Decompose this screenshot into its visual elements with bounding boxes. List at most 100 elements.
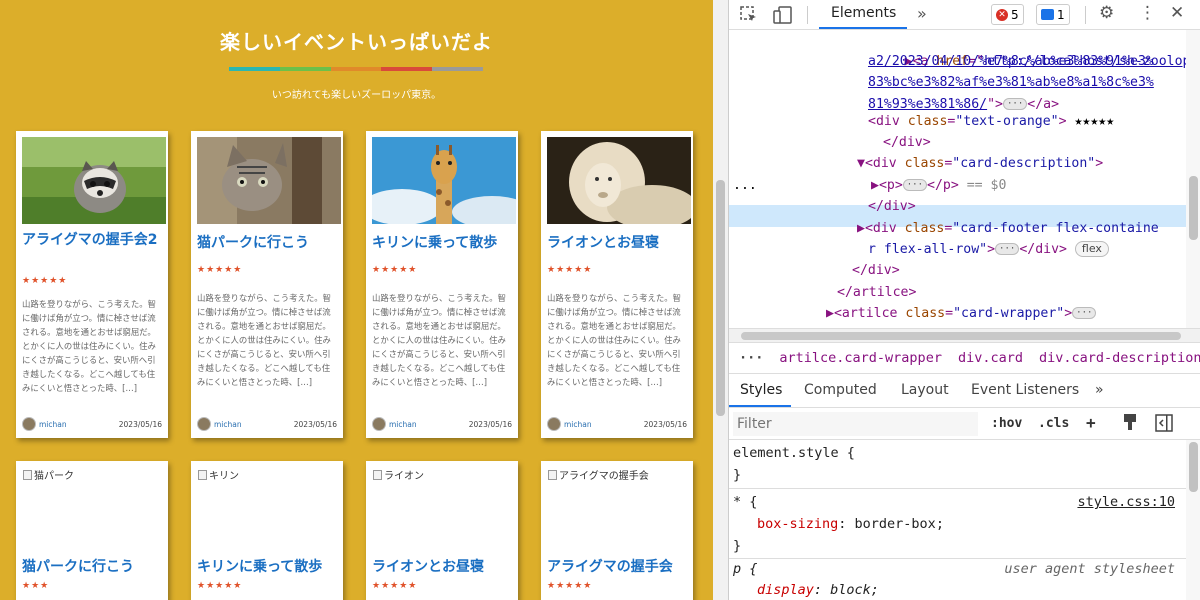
breadcrumb-more[interactable]: ··· xyxy=(739,350,763,366)
more-tabs-icon[interactable]: » xyxy=(917,4,927,23)
collapsed-ellipsis[interactable]: ··· xyxy=(995,243,1020,255)
giraffe-image[interactable] xyxy=(372,137,516,224)
more-tabs-icon[interactable]: » xyxy=(1095,382,1104,398)
dom-node-div[interactable]: <div class="text-orange"> ★★★★★ xyxy=(868,111,1114,132)
underline-segment xyxy=(229,67,280,71)
author-name[interactable]: michan xyxy=(564,420,644,429)
scrollbar-thumb[interactable] xyxy=(741,332,1181,340)
close-icon[interactable]: ✕ xyxy=(1170,3,1184,23)
event-card[interactable]: キリンに乗って散歩 ★★★★★ 山路を登りながら、こう考えた。智に働けば角が立つ… xyxy=(366,131,518,438)
tab-event-listeners[interactable]: Event Listeners xyxy=(971,382,1079,398)
dom-node-a-cont[interactable]: a2/2023/04/10/%e7%8c%ab%e3%83%91%e3% xyxy=(868,51,1154,72)
href-link[interactable]: 83%bc%e3%82%af%e3%81%ab%e8%a1%8c%e3% xyxy=(868,75,1154,90)
href-link[interactable]: a2/2023/04/10/%e7%8c%ab%e3%83%91%e3% xyxy=(868,54,1154,69)
card-title[interactable]: ライオンとお昼寝 xyxy=(547,232,689,254)
card-title[interactable]: アライグマの握手会2 xyxy=(22,229,164,251)
rule-element-style[interactable]: element.style { xyxy=(733,442,1183,465)
web-page-viewport: 楽しいイベントいっぱいだよ いつ訪れても楽しいズーロッパ東京。 アライグマの握手… xyxy=(0,0,713,600)
flex-badge[interactable]: flex xyxy=(1074,241,1109,257)
dom-tree-scrollbar[interactable] xyxy=(1186,30,1200,328)
scrollbar-thumb[interactable] xyxy=(1189,442,1198,492)
dom-node-article[interactable]: ▶<artilce class="card-wrapper"> ··· xyxy=(826,303,1097,324)
kebab-menu-icon[interactable]: ⋮ xyxy=(1139,3,1156,23)
tab-computed[interactable]: Computed xyxy=(804,382,877,398)
dom-horizontal-scrollbar[interactable] xyxy=(729,328,1200,342)
href-link[interactable]: 81%93%e3%81%86/ xyxy=(868,97,987,112)
card-title[interactable]: アライグマの握手会 xyxy=(547,556,689,578)
card-title[interactable]: キリンに乗って散歩 xyxy=(197,556,339,578)
class-toggle-button[interactable]: .cls xyxy=(1038,416,1069,431)
dom-node-close[interactable]: </div> xyxy=(852,260,900,281)
inspect-element-icon[interactable] xyxy=(740,6,758,28)
css-value[interactable]: : block; xyxy=(814,582,879,598)
scrollbar-thumb[interactable] xyxy=(1189,176,1198,240)
device-toggle-icon[interactable] xyxy=(773,6,793,28)
attr-value: r flex-all-row" xyxy=(868,242,988,257)
filter-input[interactable] xyxy=(733,412,978,436)
rule-declaration[interactable]: display: block; xyxy=(757,579,1186,600)
author-name[interactable]: michan xyxy=(389,420,469,429)
message-count-badge[interactable]: 1 xyxy=(1036,4,1070,25)
rating-stars: ★★★★★ xyxy=(197,581,243,591)
toggle-sidebar-icon[interactable] xyxy=(1155,414,1173,436)
new-rule-button[interactable]: + xyxy=(1086,413,1096,432)
breadcrumb-item[interactable]: artilce.card-wrapper xyxy=(779,350,942,366)
author-name[interactable]: michan xyxy=(214,420,294,429)
broken-image[interactable]: アライグマの握手会 xyxy=(548,467,649,482)
css-value[interactable]: : border-box; xyxy=(838,516,944,532)
collapsed-ellipsis[interactable]: ··· xyxy=(1002,98,1028,110)
dom-node-a-cont[interactable]: 83%bc%e3%82%af%e3%81%ab%e8%a1%8c%e3% xyxy=(868,72,1154,93)
rule-p[interactable]: p {user agent stylesheet xyxy=(733,558,1183,581)
styles-scrollbar[interactable] xyxy=(1186,440,1200,600)
event-card[interactable]: アライグマの握手会 アライグマの握手会 ★★★★★ xyxy=(541,461,693,600)
page-scrollbar[interactable] xyxy=(713,0,728,600)
dom-node-card-footer[interactable]: ▶<div class="card-footer flex-containe xyxy=(857,218,1159,239)
broken-image[interactable]: 猫パーク xyxy=(23,467,74,482)
rule-declaration[interactable]: box-sizing: border-box; xyxy=(757,513,1186,536)
card-title[interactable]: 猫パークに行こう xyxy=(22,556,164,578)
dom-node-close[interactable]: </div> xyxy=(883,132,931,153)
error-count-badge[interactable]: ✕ 5 xyxy=(991,4,1024,25)
card-title[interactable]: キリンに乗って散歩 xyxy=(372,232,514,254)
author-name[interactable]: michan xyxy=(39,420,119,429)
broken-image[interactable]: キリン xyxy=(198,467,239,482)
event-card[interactable]: ライオン ライオンとお昼寝 ★★★★★ xyxy=(366,461,518,600)
broken-image[interactable]: ライオン xyxy=(373,467,424,482)
tab-layout[interactable]: Layout xyxy=(901,382,949,398)
dom-node-p[interactable]: ▶<p> ··· </p> == $0 xyxy=(871,175,1006,196)
rule-source-link[interactable]: style.css:10 xyxy=(1077,491,1175,514)
gear-icon[interactable]: ⚙ xyxy=(1099,3,1114,23)
paint-brush-icon[interactable] xyxy=(1122,413,1138,435)
event-card[interactable]: アライグマの握手会2 ★★★★★ 山路を登りながら、こう考えた。智に働けば角が立… xyxy=(16,131,168,438)
collapsed-ellipsis[interactable]: ··· xyxy=(902,179,928,191)
hover-state-button[interactable]: :hov xyxy=(991,416,1022,431)
lion-image[interactable] xyxy=(547,137,691,224)
css-property[interactable]: box-sizing xyxy=(757,516,838,532)
card-title[interactable]: ライオンとお昼寝 xyxy=(372,556,514,578)
tab-elements[interactable]: Elements xyxy=(831,5,896,21)
dom-node-p-selected[interactable]: ... xyxy=(733,175,757,196)
scrollbar-thumb[interactable] xyxy=(716,180,725,416)
title-underline xyxy=(229,67,483,71)
row-menu-dots[interactable]: ... xyxy=(733,178,757,193)
collapsed-ellipsis[interactable]: ··· xyxy=(1072,307,1097,319)
dom-tree[interactable]: ▶<a href="http://localhost/sh-zooloppa a… xyxy=(729,30,1186,328)
event-card[interactable]: 猫パーク 猫パークに行こう ★★★ xyxy=(16,461,168,600)
style-rules[interactable]: element.style { } * {style.css:10 box-si… xyxy=(729,440,1186,600)
rule-selector: * { xyxy=(733,494,758,510)
css-property[interactable]: display xyxy=(757,582,814,598)
dom-node-close[interactable]: </artilce> xyxy=(837,282,916,303)
breadcrumb-item[interactable]: div.card xyxy=(958,350,1023,366)
rule-universal[interactable]: * { style.css:10 xyxy=(733,491,1183,514)
card-title[interactable]: 猫パークに行こう xyxy=(197,232,339,254)
raccoon-image[interactable] xyxy=(22,137,166,224)
event-card[interactable]: キリン キリンに乗って散歩 ★★★★★ xyxy=(191,461,343,600)
breadcrumb-item[interactable]: div.card-description xyxy=(1039,350,1200,366)
dom-node-close[interactable]: </div> xyxy=(868,196,916,217)
tab-styles[interactable]: Styles xyxy=(740,382,782,398)
event-card[interactable]: ライオンとお昼寝 ★★★★★ 山路を登りながら、こう考えた。智に働けば角が立つ。… xyxy=(541,131,693,438)
dom-node-card-description[interactable]: ▼<div class="card-description"> xyxy=(857,153,1103,174)
event-card[interactable]: 猫パークに行こう ★★★★★ 山路を登りながら、こう考えた。智に働けば角が立つ。… xyxy=(191,131,343,438)
cat-image[interactable] xyxy=(197,137,341,224)
dom-node-card-footer-cont[interactable]: r flex-all-row"> ··· </div> flex xyxy=(868,239,1109,260)
